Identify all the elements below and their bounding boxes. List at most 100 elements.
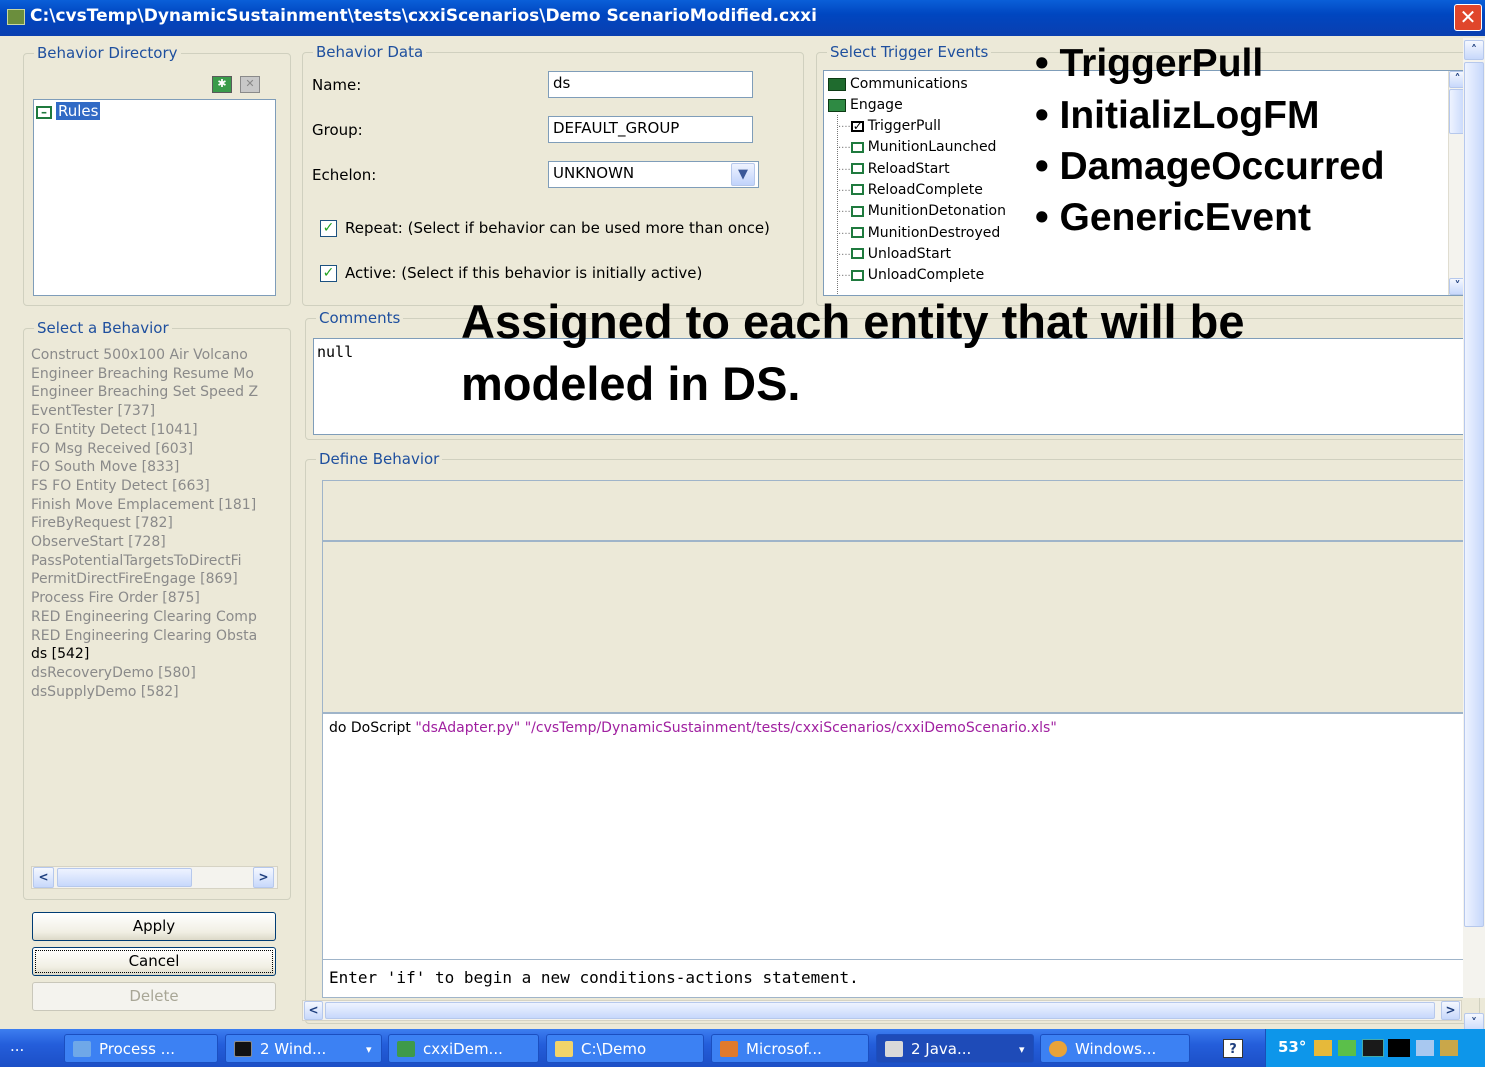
scroll-up-icon[interactable]: ˄ (1464, 40, 1484, 60)
app-icon (7, 9, 25, 25)
taskbar-task-process[interactable]: Process ... (64, 1034, 218, 1063)
event-box-icon[interactable] (850, 163, 864, 175)
repeat-checkbox[interactable]: ✓ (320, 220, 337, 237)
behavior-list-item[interactable]: Construct 500x100 Air Volcano (31, 347, 277, 363)
process-icon (73, 1041, 91, 1057)
group-field[interactable]: DEFAULT_GROUP (548, 116, 753, 143)
trigger-event-item[interactable]: ···· MunitionDestroyed (838, 225, 1000, 241)
hscroll-thumb[interactable] (57, 868, 192, 887)
tray-network-icon[interactable] (1314, 1040, 1332, 1056)
behavior-list-item[interactable]: PermitDirectFireEngage [869] (31, 571, 277, 587)
overlay-bullet-3: • DamageOccurred (1035, 145, 1385, 188)
tree-root-rules[interactable]: Rules (56, 102, 101, 120)
delete-button[interactable]: Delete (32, 982, 276, 1011)
taskbar-task-demo-folder[interactable]: C:\Demo (546, 1034, 704, 1063)
tree-connector: ···· (838, 143, 851, 155)
behavior-list-item[interactable]: ds [542] (31, 646, 277, 662)
define-behavior-pane-mid[interactable] (322, 540, 1465, 713)
script-keyword: do DoScript (329, 720, 411, 736)
behavior-list-item[interactable]: FO South Move [833] (31, 459, 277, 475)
define-behavior-hscroll[interactable]: < > (302, 1000, 1462, 1021)
event-box-icon[interactable] (850, 269, 864, 281)
script-arg-path: "/cvsTemp/DynamicSustainment/tests/cxxiS… (524, 720, 1057, 736)
tray-display-icon[interactable] (1388, 1039, 1410, 1057)
tray-monitor-icon[interactable] (1362, 1039, 1384, 1057)
trigger-event-item[interactable]: ···· MunitionDetonation (838, 203, 1006, 219)
behavior-list-item[interactable]: FS FO Entity Detect [663] (31, 478, 277, 494)
checked-box-icon[interactable]: ✓ (850, 120, 864, 132)
scroll-right-icon[interactable]: > (1441, 1001, 1460, 1020)
behavior-list-hscroll[interactable]: < > (31, 866, 278, 889)
trigger-event-item[interactable]: ···· ReloadStart (838, 161, 950, 177)
tree-collapse-icon[interactable]: – (36, 106, 52, 119)
trigger-event-label: MunitionDetonation (867, 203, 1006, 220)
event-box-icon[interactable] (850, 184, 864, 196)
tree-folder-engage[interactable]: Engage (828, 97, 903, 113)
scroll-left-icon[interactable]: < (304, 1001, 323, 1020)
tray-app-icon[interactable] (1338, 1040, 1356, 1056)
remove-rule-icon[interactable]: ✕ (240, 76, 260, 93)
taskbar-task-windows[interactable]: 2 Wind... ▾ (225, 1034, 382, 1063)
behavior-list-item[interactable]: Engineer Breaching Set Speed Z (31, 384, 277, 400)
chevron-down-icon[interactable]: ▼ (731, 163, 755, 186)
behavior-list-item[interactable]: RED Engineering Clearing Comp (31, 609, 277, 625)
task-label: 2 Java... (911, 1040, 972, 1058)
behavior-list-item[interactable]: Engineer Breaching Resume Mo (31, 366, 277, 382)
cancel-button[interactable]: Cancel (32, 947, 276, 976)
tray-temperature: 53° (1278, 1038, 1307, 1056)
event-box-icon[interactable] (850, 141, 864, 153)
close-button[interactable]: ✕ (1454, 4, 1482, 31)
behavior-list-item[interactable]: PassPotentialTargetsToDirectFi (31, 553, 277, 569)
folder-icon (828, 77, 846, 91)
overlay-note-line2: modeled in DS. (461, 357, 801, 410)
taskbar-task-windows-browser[interactable]: Windows... (1040, 1034, 1190, 1063)
behavior-list-item[interactable]: Process Fire Order [875] (31, 590, 277, 606)
behavior-list-item[interactable]: FireByRequest [782] (31, 515, 277, 531)
echelon-select[interactable]: UNKNOWN ▼ (548, 161, 759, 188)
tray-sync-icon[interactable] (1440, 1040, 1458, 1056)
taskbar-start-dots[interactable]: ... (10, 1037, 24, 1055)
trigger-event-item[interactable]: ···· ReloadComplete (838, 182, 983, 198)
behavior-list-item[interactable]: FO Msg Received [603] (31, 441, 277, 457)
name-field[interactable]: ds (548, 71, 753, 98)
window-vscroll[interactable]: ˄ ˅ (1463, 38, 1485, 1033)
behavior-list-item[interactable]: EventTester [737] (31, 403, 277, 419)
taskbar-task-microsoft[interactable]: Microsof... (711, 1034, 869, 1063)
task-label: Process ... (99, 1040, 175, 1058)
help-icon[interactable]: ? (1223, 1039, 1243, 1058)
trigger-event-item[interactable]: ···· MunitionLaunched (838, 139, 996, 155)
window-titlebar[interactable]: C:\cvsTemp\DynamicSustainment\tests\cxxi… (0, 0, 1485, 36)
behavior-list-item[interactable]: Finish Move Emplacement [181] (31, 497, 277, 513)
scroll-right-icon[interactable]: > (253, 867, 274, 888)
event-box-icon[interactable] (850, 205, 864, 217)
tray-pen-icon[interactable] (1416, 1040, 1434, 1056)
trigger-event-item[interactable]: ···· UnloadComplete (838, 267, 984, 283)
add-rule-icon[interactable]: ✱ (212, 76, 232, 93)
active-checkbox[interactable]: ✓ (320, 265, 337, 282)
behavior-list-item[interactable]: dsSupplyDemo [582] (31, 684, 277, 700)
behavior-list-item[interactable]: ObserveStart [728] (31, 534, 277, 550)
overlay-bullet-2: • InitializLogFM (1035, 94, 1320, 137)
trigger-event-item[interactable]: ···· UnloadStart (838, 246, 951, 262)
vscroll-thumb[interactable] (1464, 62, 1484, 927)
tree-folder-communications[interactable]: Communications (828, 76, 968, 92)
browser-icon (1049, 1041, 1067, 1057)
scroll-left-icon[interactable]: < (33, 867, 54, 888)
script-editor[interactable]: do DoScript "dsAdapter.py" "/cvsTemp/Dyn… (322, 713, 1465, 960)
behavior-list-item[interactable]: RED Engineering Clearing Obsta (31, 628, 277, 644)
trigger-event-item[interactable]: ···· ✓ TriggerPull (838, 118, 941, 134)
taskbar-task-java[interactable]: 2 Java... ▾ (876, 1034, 1034, 1063)
event-box-icon[interactable] (850, 227, 864, 238)
behavior-directory-tree[interactable]: – Rules (33, 99, 276, 296)
apply-button[interactable]: Apply (32, 912, 276, 941)
behavior-list-item[interactable]: dsRecoveryDemo [580] (31, 665, 277, 681)
task-label: Microsof... (746, 1040, 822, 1058)
behavior-list-item[interactable]: FO Entity Detect [1041] (31, 422, 277, 438)
event-box-icon[interactable] (850, 248, 864, 260)
taskbar-task-cxxidemo[interactable]: cxxiDem... (388, 1034, 539, 1063)
overlay-note-line1: Assigned to each entity that will be (461, 295, 1245, 348)
define-behavior-pane-top[interactable] (322, 480, 1465, 540)
repeat-label: Repeat: (Select if behavior can be used … (345, 219, 770, 237)
task-label: C:\Demo (581, 1040, 647, 1058)
hscroll-thumb[interactable] (325, 1002, 1435, 1019)
